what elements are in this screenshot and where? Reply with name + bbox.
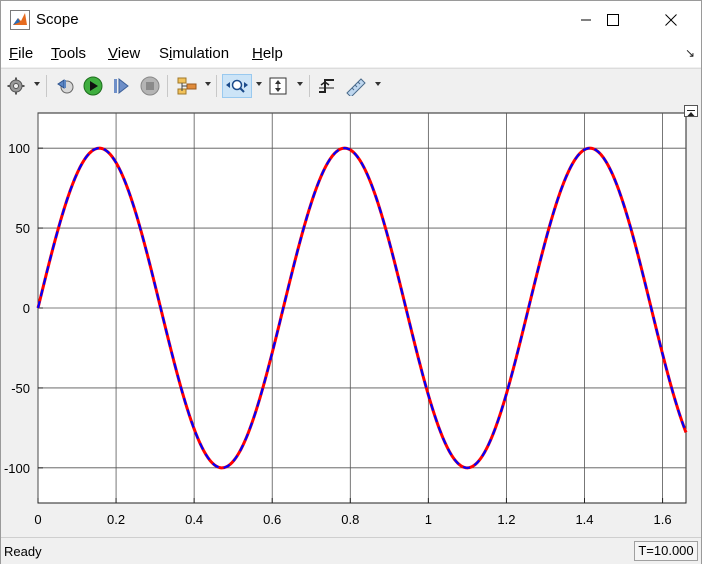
x-tick-label: 0.6 [263, 512, 281, 527]
trigger-button[interactable] [316, 74, 338, 98]
menu-tools[interactable]: Tools [51, 45, 86, 62]
settings-button[interactable] [6, 74, 26, 98]
matlab-app-icon [10, 10, 30, 30]
maximize-button[interactable] [590, 1, 636, 39]
menu-help[interactable]: Help [252, 45, 283, 62]
autoscale-dropdown-icon[interactable] [297, 82, 303, 86]
y-tick-label: 100 [8, 141, 30, 156]
run-button[interactable] [82, 74, 104, 98]
close-icon [665, 14, 677, 26]
zoom-button[interactable] [222, 74, 252, 98]
hierarchy-dropdown-icon[interactable] [205, 82, 211, 86]
plot-panel: 0 0.2 0.4 0.6 0.8 1 1.2 1.4 1.6 100 50 0 -50 -100 [1, 103, 701, 535]
measurements-dropdown-icon[interactable] [375, 82, 381, 86]
y-tick-label: 50 [16, 221, 30, 236]
menu-bar: File Tools View Simulation Help ↘ [1, 39, 701, 67]
step-forward-icon [114, 77, 129, 95]
x-tick-label: 0 [34, 512, 41, 527]
close-button[interactable] [648, 1, 694, 39]
x-tick-label: 1.4 [575, 512, 593, 527]
stop-icon [140, 76, 160, 96]
y-tick-label: -50 [11, 381, 30, 396]
x-tick-label: 1 [425, 512, 432, 527]
signal-hierarchy-button[interactable] [175, 74, 199, 98]
y-tick-label: -100 [4, 461, 30, 476]
zoom-dropdown-icon[interactable] [256, 82, 262, 86]
toolbar [1, 68, 701, 104]
measurements-button[interactable] [344, 74, 368, 98]
y-tick-label: 0 [23, 301, 30, 316]
measure-icon [346, 78, 366, 96]
toolbar-separator [309, 75, 310, 97]
simulation-time: T=10.000 [634, 541, 698, 561]
menu-file[interactable]: File [9, 45, 33, 62]
restore-layout-icon[interactable] [684, 105, 698, 117]
menu-view[interactable]: View [108, 45, 140, 62]
menu-overflow-arrow-icon[interactable]: ↘ [685, 46, 695, 60]
run-icon [83, 76, 103, 96]
toolbar-separator [167, 75, 168, 97]
step-back-icon [57, 79, 74, 94]
x-tick-label: 1.6 [654, 512, 672, 527]
toolbar-separator [46, 75, 47, 97]
step-forward-button[interactable] [110, 74, 132, 98]
x-tick-label: 0.4 [185, 512, 203, 527]
settings-dropdown-icon[interactable] [34, 82, 40, 86]
menu-simulation[interactable]: Simulation [159, 45, 229, 62]
stop-button[interactable] [139, 74, 161, 98]
x-tick-label: 1.2 [497, 512, 515, 527]
zoom-icon [226, 79, 248, 93]
x-tick-label: 0.8 [341, 512, 359, 527]
autoscale-button[interactable] [267, 74, 289, 98]
scope-plot[interactable]: 0 0.2 0.4 0.6 0.8 1 1.2 1.4 1.6 100 50 0 -50 -100 [1, 103, 701, 535]
scope-window: Scope File Tools View Simulation Help ↘ [0, 0, 702, 564]
toolbar-separator [216, 75, 217, 97]
trigger-icon [319, 79, 334, 93]
settings-gear-icon [7, 77, 25, 95]
status-text: Ready [4, 544, 42, 559]
title-bar[interactable]: Scope [1, 1, 701, 39]
window-title: Scope [36, 11, 79, 28]
x-tick-label: 0.2 [107, 512, 125, 527]
step-back-button[interactable] [55, 74, 77, 98]
autoscale-icon [269, 77, 287, 95]
maximize-icon [607, 14, 619, 26]
status-bar: Ready T=10.000 [1, 537, 701, 564]
signal-hierarchy-icon [177, 77, 197, 95]
